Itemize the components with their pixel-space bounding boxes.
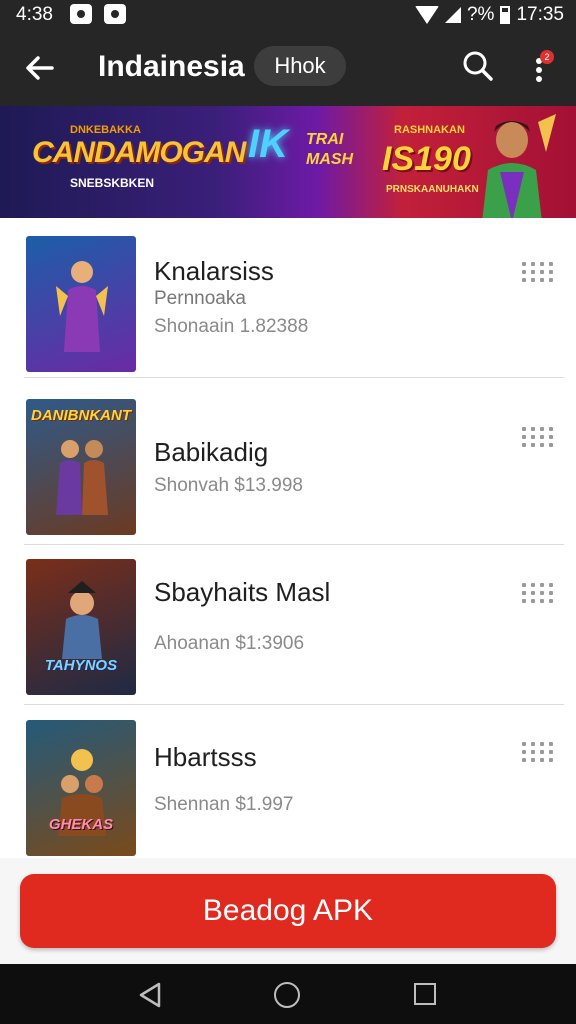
notification-icon — [70, 4, 92, 24]
app-title: Babikadig — [154, 437, 269, 467]
app-thumbnail: TAHYNOS — [26, 559, 136, 695]
nav-back-icon[interactable] — [138, 982, 162, 1008]
list-item[interactable]: TAHYNOS Sbayhaits Masl Ahoanan $1:3906 — [0, 545, 576, 705]
banner-mid-big: IK — [248, 122, 288, 166]
download-apk-button[interactable]: Beadog APK — [20, 874, 556, 948]
row-divider — [24, 377, 564, 378]
nav-recent-icon[interactable] — [414, 983, 436, 1005]
row-divider — [24, 704, 564, 705]
wifi-icon — [414, 6, 439, 24]
list-item[interactable]: DANIBNKANT Babikadig Shonvah $13.998 — [0, 385, 576, 545]
region-chip[interactable]: Hhok — [254, 46, 346, 86]
more-options-icon[interactable] — [522, 262, 553, 282]
more-options-icon[interactable] — [522, 742, 553, 762]
status-right: ?% 17:35 — [414, 4, 564, 26]
battery-icon — [500, 6, 511, 24]
promo-banner[interactable]: DNKEBAKKA CANDAMOGAN SNEBSKBKEN IK TRAI … — [0, 106, 576, 218]
thumb-caption: GHEKAS — [48, 816, 114, 833]
more-options-icon[interactable] — [522, 583, 553, 603]
app-title: Sbayhaits Masl — [154, 577, 331, 607]
banner-left-title: CANDAMOGAN — [32, 136, 246, 169]
nav-home-icon[interactable] — [274, 982, 300, 1008]
app-title: Hbartsss — [154, 742, 257, 772]
app-title: Knalarsiss — [154, 256, 274, 286]
app-meta: Shonvah $13.998 — [154, 475, 303, 496]
notification-icon — [104, 4, 126, 24]
signal-icon — [444, 7, 461, 23]
battery-percent: ?% — [466, 4, 495, 25]
app-list: Knalarsiss Pernnoaka Shonaain 1.82388 DA… — [0, 218, 576, 858]
banner-right-price: IS190 — [382, 140, 471, 178]
hero-figure-icon — [56, 261, 108, 352]
list-item[interactable]: GHEKAS Hbartsss Shennan $1.997 — [0, 706, 576, 858]
status-time: 4:38 — [16, 4, 53, 25]
app-thumbnail — [26, 236, 136, 372]
app-thumbnail: GHEKAS — [26, 720, 136, 856]
status-bar: 4:38 ?% 17:35 — [0, 0, 576, 30]
status-clock: 17:35 — [516, 4, 564, 25]
system-nav-bar — [0, 964, 576, 1024]
notification-badge: 2 — [540, 50, 554, 64]
banner-left-small: DNKEBAKKA — [70, 124, 141, 136]
list-item[interactable]: Knalarsiss Pernnoaka Shonaain 1.82388 — [0, 218, 576, 378]
more-options-icon[interactable] — [522, 427, 553, 447]
thumb-caption: TAHYNOS — [44, 657, 118, 674]
app-subtitle: Pernnoaka — [154, 288, 246, 309]
back-arrow-icon[interactable] — [22, 50, 58, 86]
banner-mid-small: TRAI MASH — [306, 131, 354, 168]
hero-character-icon — [482, 114, 556, 218]
app-meta: Shennan $1.997 — [154, 794, 294, 815]
page-title: Indainesia — [98, 50, 245, 83]
app-bar: Indainesia Hhok 2 — [0, 30, 576, 106]
search-icon[interactable] — [462, 50, 494, 82]
hero-figure-icon — [56, 440, 108, 515]
bottom-cta-area: Beadog APK — [0, 858, 576, 964]
banner-left-sub: SNEBSKBKEN — [70, 176, 155, 190]
banner-right-small: RASHNAKAN — [394, 124, 465, 136]
more-vert-icon[interactable]: 2 — [528, 48, 554, 88]
app-meta: Ahoanan $1:3906 — [154, 633, 305, 654]
app-thumbnail: DANIBNKANT — [26, 399, 136, 535]
app-meta: Shonaain 1.82388 — [154, 316, 309, 337]
